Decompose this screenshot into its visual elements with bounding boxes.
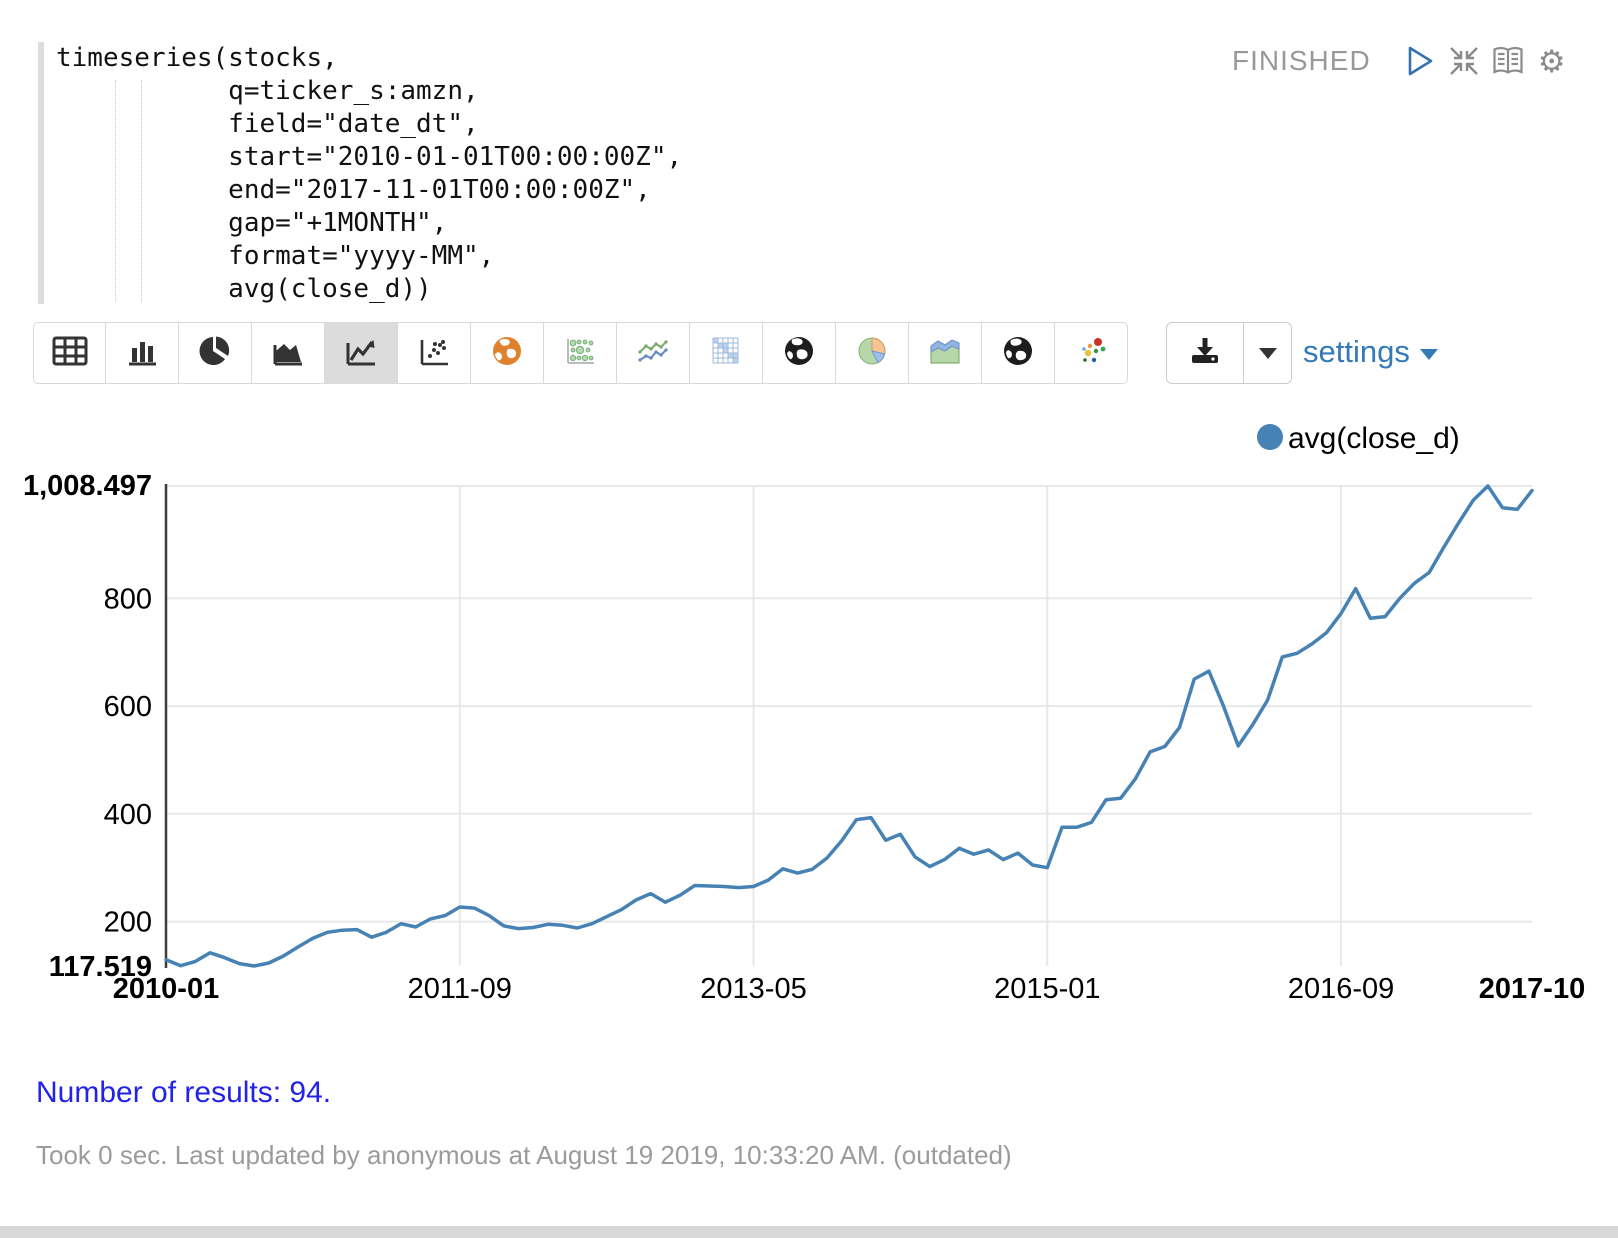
settings-toggle[interactable]: settings bbox=[1303, 334, 1438, 370]
paragraph-status-text: Took 0 sec. Last updated by anonymous at… bbox=[36, 1140, 1012, 1171]
globe-dark-1-icon bbox=[783, 335, 815, 372]
page-bottom-divider bbox=[0, 1226, 1618, 1238]
download-button[interactable] bbox=[1166, 322, 1244, 384]
svg-text:2013-05: 2013-05 bbox=[700, 973, 806, 1005]
chart-type-pie-button[interactable] bbox=[179, 322, 252, 384]
chart-type-globe-orange-button[interactable] bbox=[471, 322, 544, 384]
play-icon[interactable] bbox=[1403, 44, 1437, 78]
line-chart: 1,008.497800600400200117.5192010-012011-… bbox=[0, 420, 1618, 1020]
globe-orange-icon bbox=[491, 335, 523, 372]
table-icon bbox=[52, 336, 88, 371]
svg-text:2017-10: 2017-10 bbox=[1479, 973, 1585, 1005]
chart-type-pie-pastel-button[interactable] bbox=[836, 322, 909, 384]
chart-type-globe-dark-1-button[interactable] bbox=[763, 322, 836, 384]
globe-dark-2-icon bbox=[1002, 335, 1034, 372]
chart-type-heatmap-button[interactable] bbox=[690, 322, 763, 384]
chart-type-bubble-button[interactable] bbox=[544, 322, 617, 384]
chevron-down-icon bbox=[1420, 349, 1438, 360]
chart-type-globe-dark-2-button[interactable] bbox=[982, 322, 1055, 384]
gear-icon[interactable]: ⚙ bbox=[1535, 44, 1569, 78]
chart-type-scatter-button[interactable] bbox=[398, 322, 471, 384]
settings-label: settings bbox=[1303, 334, 1410, 370]
code-editor[interactable]: timeseries(stocks, q=ticker_s:amzn, fiel… bbox=[56, 42, 682, 306]
chart-type-area-pastel-button[interactable] bbox=[909, 322, 982, 384]
chart-type-table-button[interactable] bbox=[33, 322, 106, 384]
editor-gutter-bar bbox=[38, 42, 44, 304]
svg-text:2015-01: 2015-01 bbox=[994, 973, 1100, 1005]
heatmap-icon bbox=[710, 335, 742, 372]
pie-icon bbox=[199, 335, 231, 372]
svg-text:200: 200 bbox=[104, 907, 152, 939]
chart-type-multiline-button[interactable] bbox=[617, 322, 690, 384]
bar-icon bbox=[125, 335, 159, 372]
chart-type-area-button[interactable] bbox=[252, 322, 325, 384]
chart-type-colored-scatter-button[interactable] bbox=[1055, 322, 1128, 384]
chart-type-line-button[interactable] bbox=[325, 322, 398, 384]
svg-text:400: 400 bbox=[104, 799, 152, 831]
svg-text:600: 600 bbox=[104, 691, 152, 723]
paragraph-controls: FINISHED ⚙ bbox=[1232, 44, 1569, 78]
svg-text:2016-09: 2016-09 bbox=[1288, 973, 1394, 1005]
download-options-button[interactable] bbox=[1244, 322, 1292, 384]
download-icon bbox=[1189, 335, 1221, 372]
svg-text:avg(close_d): avg(close_d) bbox=[1288, 422, 1460, 455]
area-pastel-icon bbox=[928, 335, 962, 372]
collapse-icon[interactable] bbox=[1447, 44, 1481, 78]
results-count-text: Number of results: 94. bbox=[36, 1076, 331, 1110]
svg-text:800: 800 bbox=[104, 583, 152, 615]
legend-item[interactable]: avg(close_d) bbox=[1257, 422, 1460, 455]
book-icon[interactable] bbox=[1491, 44, 1525, 78]
line-icon bbox=[344, 335, 378, 372]
download-split-button bbox=[1166, 322, 1292, 384]
chart-type-toolbar bbox=[33, 322, 1128, 384]
area-icon bbox=[271, 335, 305, 372]
svg-text:2010-01: 2010-01 bbox=[113, 973, 219, 1005]
bubble-icon bbox=[563, 335, 597, 372]
chart-type-bar-button[interactable] bbox=[106, 322, 179, 384]
status-badge: FINISHED bbox=[1232, 45, 1371, 77]
colored-scatter-icon bbox=[1074, 335, 1108, 372]
svg-text:2011-09: 2011-09 bbox=[408, 973, 512, 1005]
multiline-icon bbox=[636, 335, 670, 372]
pie-pastel-icon bbox=[856, 335, 888, 372]
svg-text:1,008.497: 1,008.497 bbox=[23, 470, 152, 502]
scatter-icon bbox=[417, 335, 451, 372]
chevron-down-icon bbox=[1259, 348, 1277, 359]
